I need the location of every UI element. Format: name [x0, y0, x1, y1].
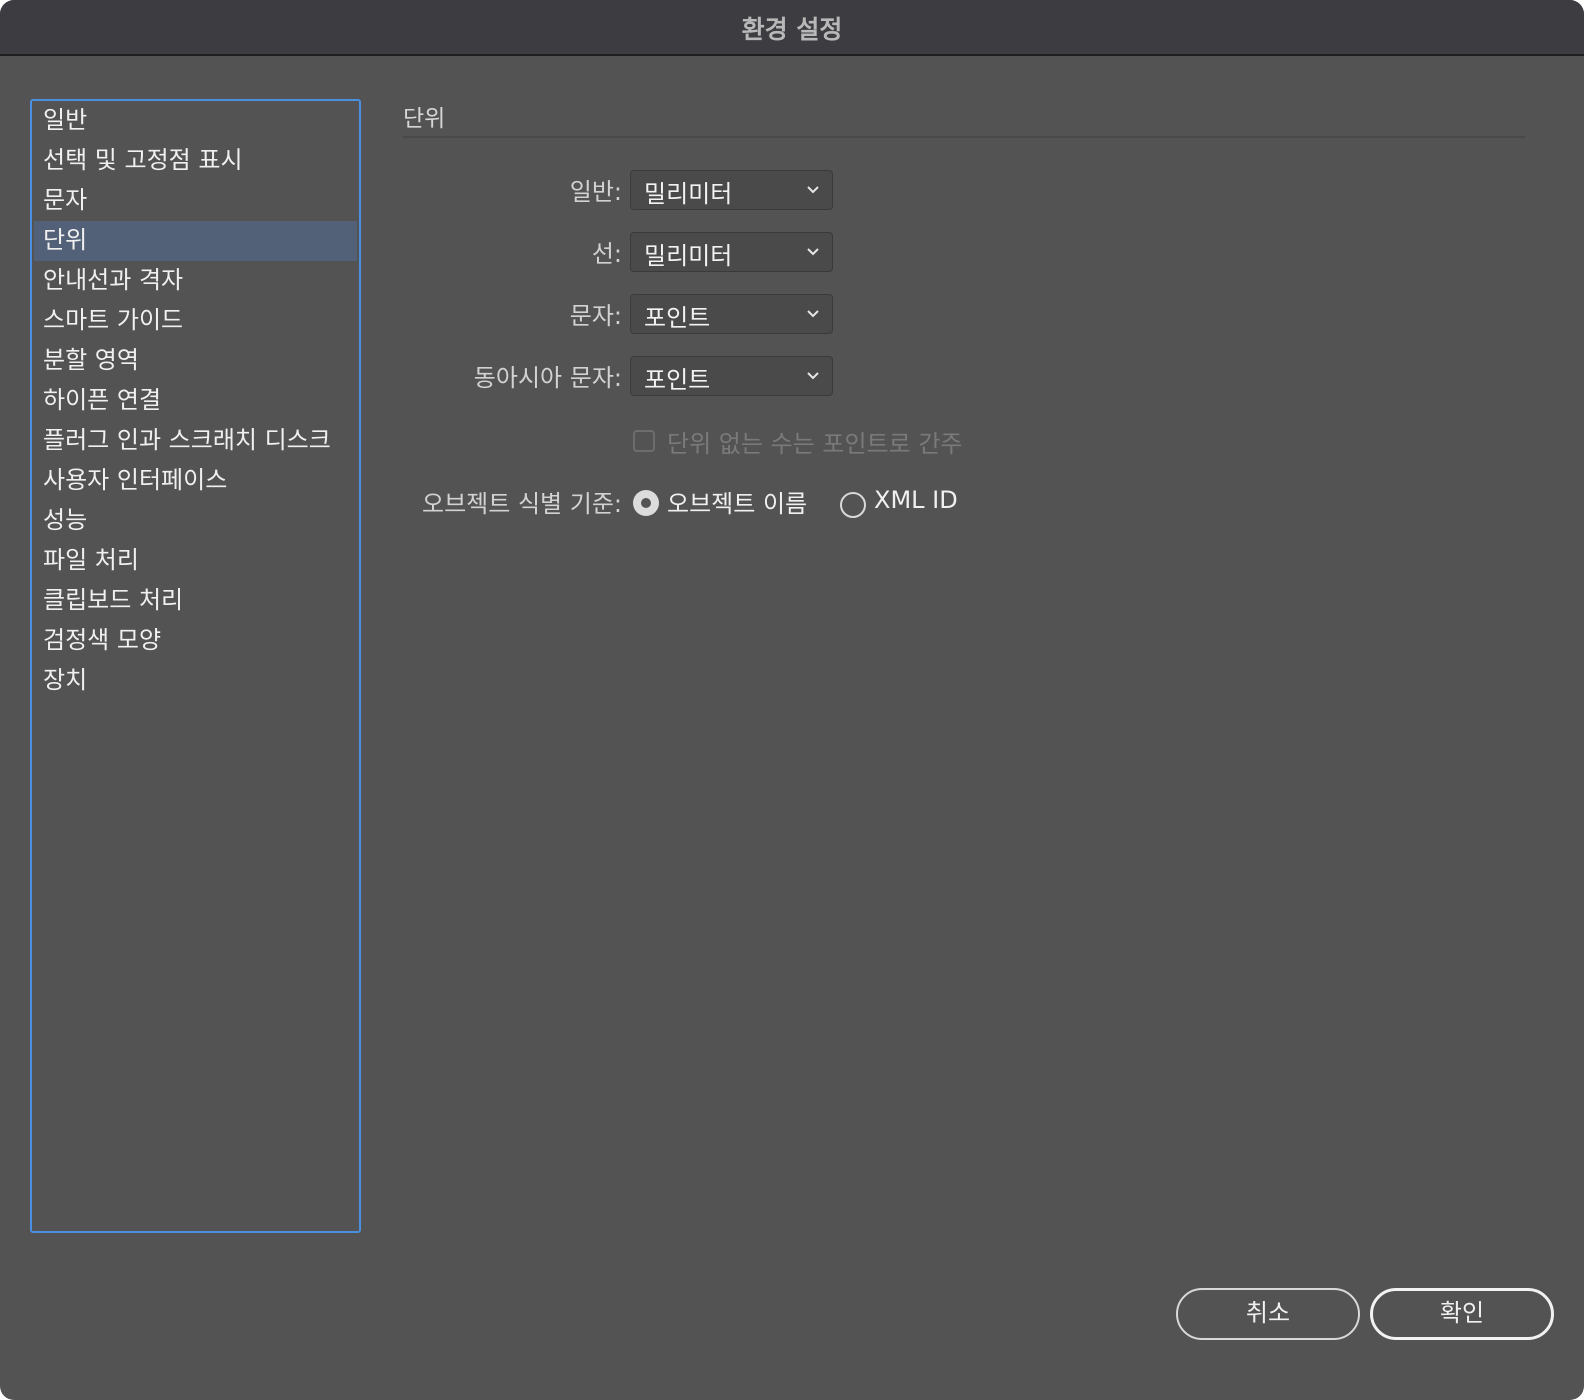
category-list[interactable]: 일반 선택 및 고정점 표시 문자 단위 안내선과 격자 스마트 가이드 분할 … — [30, 99, 361, 1233]
section-title: 단위 — [403, 106, 446, 132]
cancel-button[interactable]: 취소 — [1176, 1288, 1360, 1340]
sidebar-item-clipboard-handling[interactable]: 클립보드 처리 — [34, 581, 357, 621]
object-name-radio-label[interactable]: 오브젝트 이름 — [667, 484, 807, 519]
sidebar-item-devices[interactable]: 장치 — [34, 661, 357, 701]
sidebar-item-type[interactable]: 문자 — [34, 181, 357, 221]
general-units-value: 밀리미터 — [644, 180, 733, 208]
sidebar-item-selection-anchor-display[interactable]: 선택 및 고정점 표시 — [34, 141, 357, 181]
type-units-label: 문자: — [569, 302, 622, 330]
identify-objects-label: 오브젝트 식별 기준: — [422, 490, 622, 518]
object-name-radio[interactable] — [633, 490, 659, 516]
sidebar-item-units[interactable]: 단위 — [34, 221, 357, 261]
general-units-label: 일반: — [569, 178, 622, 206]
sidebar-item-smart-guides[interactable]: 스마트 가이드 — [34, 301, 357, 341]
type-units-select[interactable]: 포인트 — [630, 294, 833, 334]
chevron-down-icon — [807, 248, 819, 256]
sidebar-item-file-handling[interactable]: 파일 처리 — [34, 541, 357, 581]
asian-type-units-label: 동아시아 문자: — [473, 364, 622, 392]
chevron-down-icon — [807, 310, 819, 318]
general-units-select[interactable]: 밀리미터 — [630, 170, 833, 210]
stroke-units-value: 밀리미터 — [644, 242, 733, 270]
sidebar-item-hyphenation[interactable]: 하이픈 연결 — [34, 381, 357, 421]
sidebar-item-guides-grid[interactable]: 안내선과 격자 — [34, 261, 357, 301]
chevron-down-icon — [807, 372, 819, 380]
xml-id-radio-label[interactable]: XML ID — [874, 486, 958, 514]
unitless-as-points-checkbox[interactable] — [633, 430, 655, 452]
ok-button[interactable]: 확인 — [1370, 1288, 1554, 1340]
asian-type-units-value: 포인트 — [644, 366, 711, 394]
sidebar-item-performance[interactable]: 성능 — [34, 501, 357, 541]
xml-id-radio[interactable] — [840, 492, 866, 518]
unitless-as-points-label: 단위 없는 수는 포인트로 간주 — [667, 430, 963, 458]
sidebar-item-general[interactable]: 일반 — [34, 101, 357, 141]
type-units-value: 포인트 — [644, 304, 711, 332]
asian-type-units-select[interactable]: 포인트 — [630, 356, 833, 396]
chevron-down-icon — [807, 186, 819, 194]
sidebar-item-black-appearance[interactable]: 검정색 모양 — [34, 621, 357, 661]
preferences-dialog: 환경 설정 일반 선택 및 고정점 표시 문자 단위 안내선과 격자 스마트 가… — [0, 0, 1584, 1400]
sidebar-item-user-interface[interactable]: 사용자 인터페이스 — [34, 461, 357, 501]
stroke-units-select[interactable]: 밀리미터 — [630, 232, 833, 272]
dialog-title: 환경 설정 — [741, 15, 843, 44]
sidebar-item-plugins-scratch-disks[interactable]: 플러그 인과 스크래치 디스크 — [34, 421, 357, 461]
title-bar: 환경 설정 — [0, 0, 1584, 56]
sidebar-item-slices[interactable]: 분할 영역 — [34, 341, 357, 381]
section-divider — [403, 136, 1525, 138]
stroke-units-label: 선: — [591, 240, 622, 268]
